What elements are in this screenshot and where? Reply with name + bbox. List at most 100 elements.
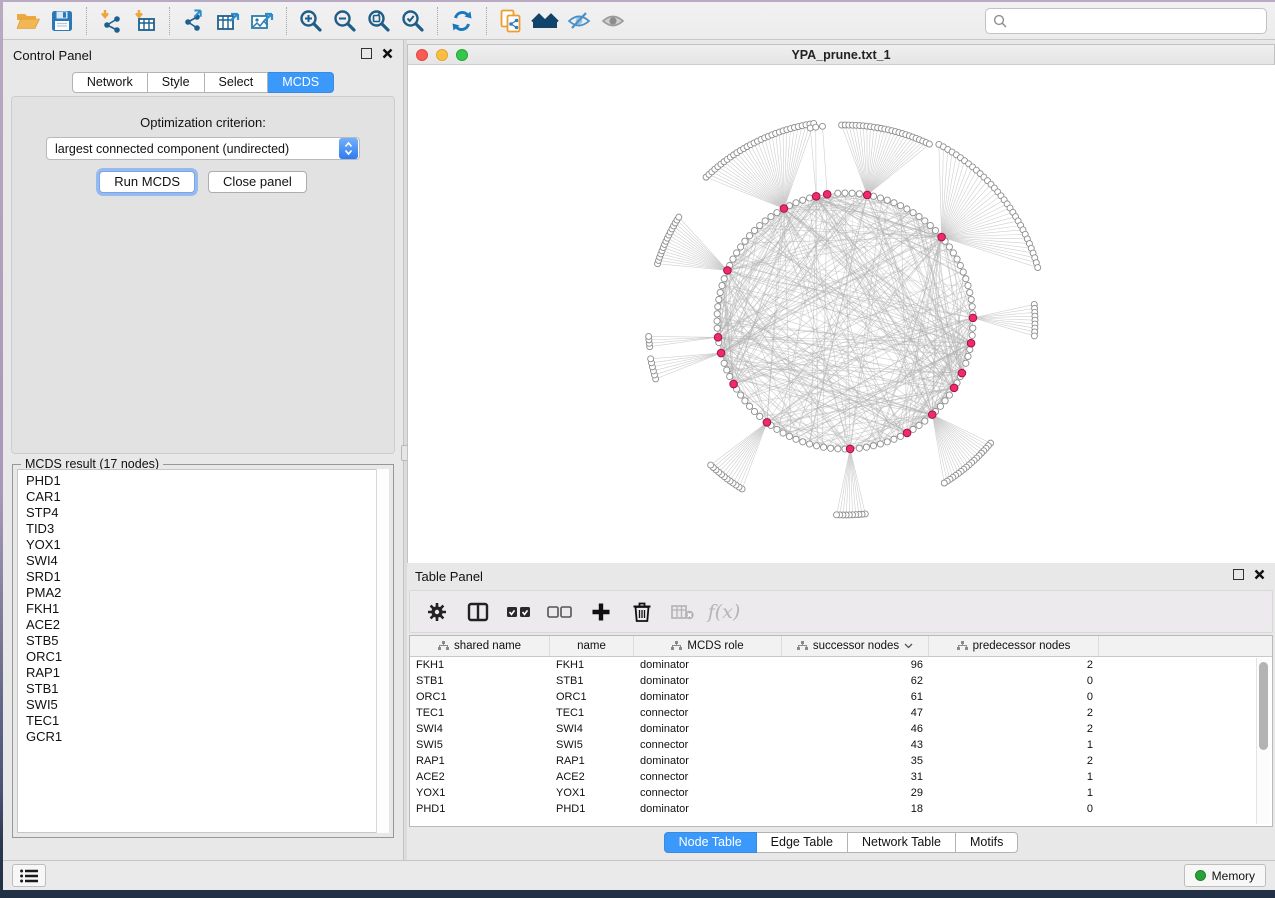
zoom-in-button[interactable] [294, 5, 328, 37]
mcds-result-item[interactable]: SWI5 [26, 697, 388, 713]
add-column-button[interactable] [584, 595, 618, 629]
cell-successor_nodes: 43 [782, 739, 929, 751]
close-table-panel-icon[interactable] [1254, 569, 1265, 580]
table-toolbar: f(x) [409, 590, 1273, 633]
delete-column-button[interactable] [625, 595, 659, 629]
network-graph[interactable] [408, 65, 1275, 563]
mcds-result-item[interactable]: YOX1 [26, 537, 388, 553]
clone-network-button[interactable] [494, 5, 528, 37]
mcds-result-item[interactable]: SRD1 [26, 569, 388, 585]
cell-shared_name: SWI4 [410, 723, 550, 735]
first-neighbors-button[interactable] [528, 5, 562, 37]
tab-mcds[interactable]: MCDS [268, 72, 334, 93]
zoom-fit-button[interactable] [362, 5, 396, 37]
criterion-dropdown[interactable]: largest connected component (undirected) [46, 137, 360, 160]
zoom-selected-button[interactable] [396, 5, 430, 37]
mcds-result-item[interactable]: STP4 [26, 505, 388, 521]
table-settings-button[interactable] [420, 595, 454, 629]
cell-mcds_role: connector [634, 771, 782, 783]
table-scrollbar-thumb[interactable] [1259, 662, 1268, 750]
refresh-view-button[interactable] [445, 5, 479, 37]
select-all-button[interactable] [502, 595, 536, 629]
network-canvas[interactable] [407, 65, 1275, 563]
tab-network[interactable]: Network [72, 72, 148, 93]
function-builder-button[interactable]: f(x) [707, 595, 741, 629]
mcds-result-item[interactable]: STB5 [26, 633, 388, 649]
mcds-result-item[interactable]: FKH1 [26, 601, 388, 617]
float-panel-icon[interactable] [361, 48, 372, 59]
mcds-result-item[interactable]: PHD1 [26, 473, 388, 489]
search-input[interactable] [1012, 14, 1259, 28]
mcds-result-item[interactable]: CAR1 [26, 489, 388, 505]
table-row[interactable]: SWI5SWI5connector431 [410, 737, 1272, 753]
mcds-result-item[interactable]: TEC1 [26, 713, 388, 729]
hide-selected-button[interactable] [562, 5, 596, 37]
show-all-button[interactable] [596, 5, 630, 37]
export-table-button[interactable] [211, 5, 245, 37]
tab-edge-table[interactable]: Edge Table [757, 832, 848, 853]
table-row[interactable]: TEC1TEC1connector472 [410, 705, 1272, 721]
result-list-scrollbar[interactable] [376, 469, 389, 833]
table-row[interactable]: PHD1PHD1dominator180 [410, 801, 1272, 817]
close-panel-icon[interactable] [382, 48, 393, 59]
cell-predecessor_nodes: 1 [929, 771, 1099, 783]
memory-label: Memory [1212, 869, 1255, 883]
column-header-shared-name[interactable]: shared name [410, 636, 550, 656]
tab-node-table[interactable]: Node Table [664, 832, 757, 853]
export-network-button[interactable] [177, 5, 211, 37]
cell-mcds_role: dominator [634, 755, 782, 767]
mcds-result-item[interactable]: ACE2 [26, 617, 388, 633]
table-scrollbar[interactable] [1256, 658, 1270, 824]
column-header-name[interactable]: name [550, 636, 634, 656]
table-row[interactable]: ORC1ORC1dominator610 [410, 689, 1272, 705]
mcds-result-item[interactable]: GCR1 [26, 729, 388, 745]
tab-style[interactable]: Style [148, 72, 205, 93]
desktop-wallpaper: Control Panel NetworkStyleSelectMCDS Opt… [0, 0, 1275, 898]
table-row[interactable]: FKH1FKH1dominator962 [410, 657, 1272, 673]
cell-successor_nodes: 46 [782, 723, 929, 735]
delete-table-button[interactable] [666, 595, 700, 629]
column-header-successor-nodes[interactable]: successor nodes [782, 636, 929, 656]
table-row[interactable]: STB1STB1dominator620 [410, 673, 1272, 689]
float-table-panel-icon[interactable] [1233, 569, 1244, 580]
cell-successor_nodes: 18 [782, 803, 929, 815]
task-history-button[interactable] [12, 864, 46, 887]
memory-button[interactable]: Memory [1184, 864, 1266, 887]
maximize-window-icon[interactable] [456, 49, 468, 61]
table-row[interactable]: RAP1RAP1dominator352 [410, 753, 1272, 769]
mcds-result-item[interactable]: STB1 [26, 681, 388, 697]
import-network-button[interactable] [94, 5, 128, 37]
network-view-titlebar[interactable]: YPA_prune.txt_1 [407, 44, 1275, 65]
export-image-button[interactable] [245, 5, 279, 37]
cell-mcds_role: connector [634, 707, 782, 719]
mcds-result-item[interactable]: RAP1 [26, 665, 388, 681]
close-panel-button[interactable]: Close panel [208, 171, 307, 193]
import-table-button[interactable] [128, 5, 162, 37]
search-field[interactable] [985, 8, 1267, 34]
control-panel-title: Control Panel [13, 48, 92, 63]
cell-mcds_role: dominator [634, 803, 782, 815]
save-session-button[interactable] [45, 5, 79, 37]
table-row[interactable]: SWI4SWI4dominator462 [410, 721, 1272, 737]
mcds-result-item[interactable]: PMA2 [26, 585, 388, 601]
zoom-out-button[interactable] [328, 5, 362, 37]
run-mcds-button[interactable]: Run MCDS [99, 171, 195, 193]
minimize-window-icon[interactable] [436, 49, 448, 61]
mcds-panel: Optimization criterion: largest connecte… [11, 96, 395, 454]
mcds-result-item[interactable]: TID3 [26, 521, 388, 537]
tab-motifs[interactable]: Motifs [956, 832, 1018, 853]
status-bar: Memory [3, 860, 1275, 890]
table-row[interactable]: ACE2ACE2connector311 [410, 769, 1272, 785]
column-header-predecessor-nodes[interactable]: predecessor nodes [929, 636, 1099, 656]
mcds-result-item[interactable]: SWI4 [26, 553, 388, 569]
tab-select[interactable]: Select [205, 72, 269, 93]
tab-network-table[interactable]: Network Table [848, 832, 956, 853]
open-file-button[interactable] [11, 5, 45, 37]
mcds-result-item[interactable]: ORC1 [26, 649, 388, 665]
cell-mcds_role: dominator [634, 659, 782, 671]
column-header-MCDS-role[interactable]: MCDS role [634, 636, 782, 656]
close-window-icon[interactable] [416, 49, 428, 61]
column-layout-button[interactable] [461, 595, 495, 629]
table-row[interactable]: YOX1YOX1connector291 [410, 785, 1272, 801]
deselect-all-button[interactable] [543, 595, 577, 629]
